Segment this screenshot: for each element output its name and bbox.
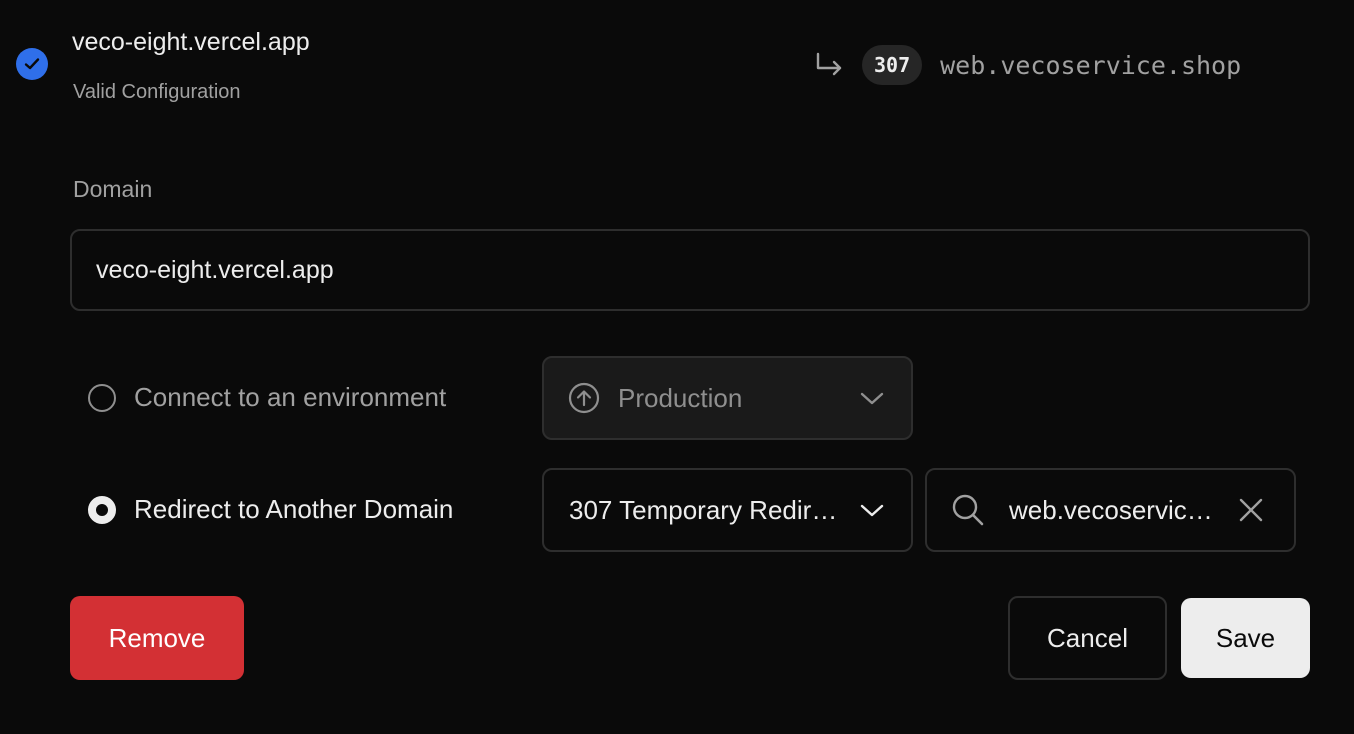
radio-connect-environment[interactable]: Connect to an environment: [88, 382, 446, 413]
search-icon: [952, 494, 984, 526]
save-button[interactable]: Save: [1181, 598, 1310, 678]
domain-settings-panel: veco-eight.vercel.app Valid Configuratio…: [0, 0, 1354, 734]
domain-field-label: Domain: [73, 176, 153, 202]
arrow-up-circle-icon: [568, 382, 600, 414]
radio-label-redirect: Redirect to Another Domain: [134, 494, 454, 524]
domain-status-text: Valid Configuration: [73, 81, 241, 103]
redirect-code-badge: 307: [862, 45, 923, 85]
radio-redirect-domain[interactable]: Redirect to Another Domain: [88, 494, 453, 525]
chevron-down-icon: [860, 504, 884, 517]
radio-button-redirect[interactable]: [88, 495, 116, 524]
environment-select[interactable]: Production: [542, 356, 913, 440]
close-icon[interactable]: [1238, 497, 1264, 523]
redirect-arrow-icon: [816, 52, 842, 76]
environment-select-value: Production: [618, 382, 743, 413]
redirect-target-field[interactable]: web.vecoservice.shop: [925, 468, 1296, 552]
redirect-target-input[interactable]: web.vecoservice.shop: [1009, 495, 1214, 526]
chevron-down-icon: [860, 392, 884, 405]
cancel-button[interactable]: Cancel: [1008, 596, 1167, 680]
remove-button[interactable]: Remove: [70, 596, 244, 680]
check-circle-icon: [16, 48, 48, 80]
redirect-summary: 307 web.vecoservice.shop: [814, 44, 1241, 86]
redirect-target-text: web.vecoservice.shop: [940, 50, 1242, 80]
redirect-type-select-value: 307 Temporary Redirect: [569, 494, 841, 525]
radio-label-environment: Connect to an environment: [134, 382, 447, 412]
domain-hostname: veco-eight.vercel.app: [72, 28, 310, 56]
radio-button-environment[interactable]: [88, 383, 116, 412]
domain-input[interactable]: [70, 229, 1310, 311]
redirect-type-select[interactable]: 307 Temporary Redirect: [542, 468, 913, 552]
